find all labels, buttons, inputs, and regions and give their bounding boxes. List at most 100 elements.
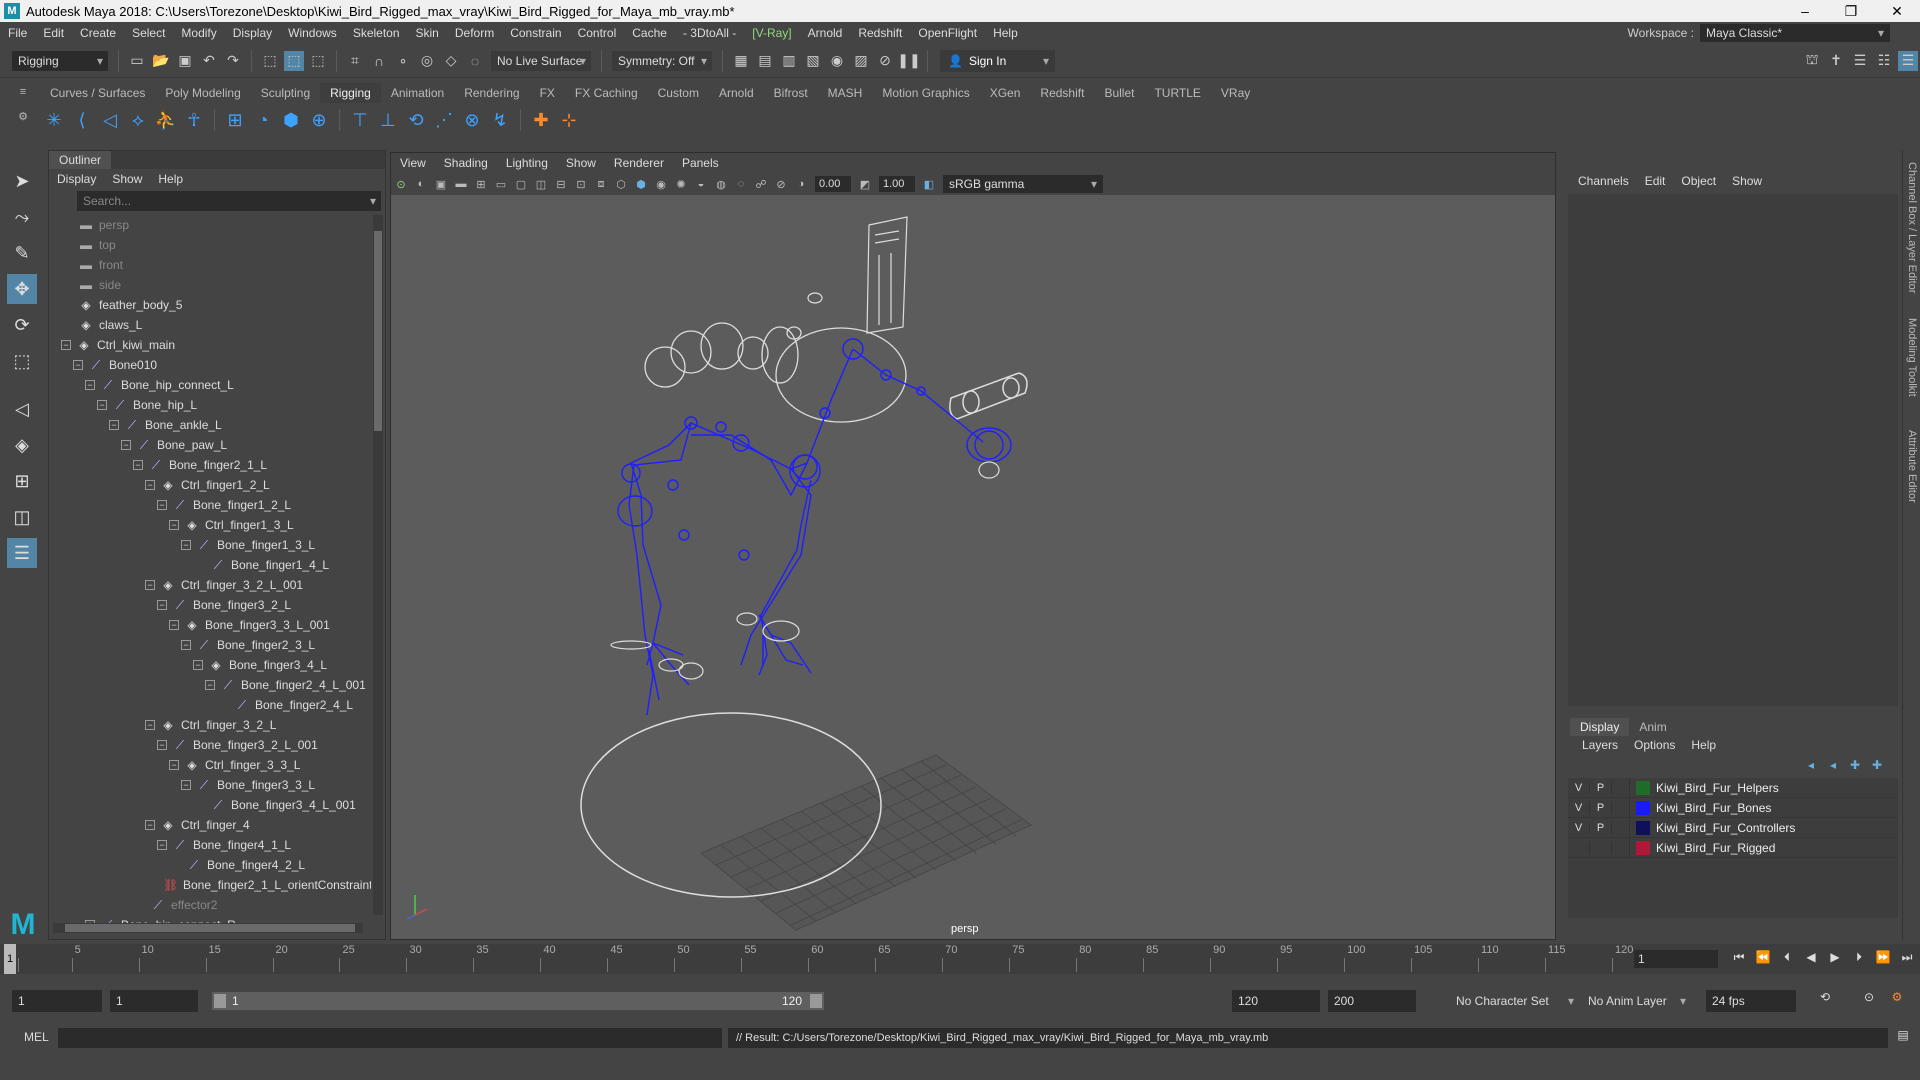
wireframe-icon[interactable]: ⬡: [612, 175, 630, 193]
expand-toggle-icon[interactable]: −: [145, 480, 155, 490]
outliner-menu-help[interactable]: Help: [150, 172, 191, 186]
film-gate-icon[interactable]: ▭: [492, 175, 510, 193]
layer-tab-display[interactable]: Display: [1570, 718, 1630, 736]
outliner-row[interactable]: − ⟋ Bone_finger3_2_L: [157, 595, 291, 615]
outliner-row[interactable]: ▬ top: [79, 235, 116, 255]
layer-visibility-toggle[interactable]: V: [1568, 801, 1590, 814]
two-view-icon[interactable]: ◫: [7, 502, 37, 532]
move-tool-icon[interactable]: ✥: [7, 274, 37, 304]
script-editor-icon[interactable]: ▤: [1892, 1028, 1914, 1042]
add-attribute-icon[interactable]: ✚: [527, 106, 555, 134]
snap-point-icon[interactable]: ∘: [393, 51, 413, 71]
expand-toggle-icon[interactable]: −: [109, 420, 119, 430]
cb-menu-edit[interactable]: Edit: [1637, 174, 1674, 188]
shelf-tab-motion-graphics[interactable]: Motion Graphics: [872, 83, 979, 103]
scale-tool-icon[interactable]: ⬚: [7, 346, 37, 376]
select-object-icon[interactable]: ⬚: [284, 50, 304, 71]
expand-toggle-icon[interactable]: −: [145, 720, 155, 730]
menu-control[interactable]: Control: [570, 26, 625, 40]
outliner-row[interactable]: ▬ side: [79, 275, 121, 295]
ambient-occlusion-icon[interactable]: ◍: [712, 175, 730, 193]
four-view-icon[interactable]: ⊞: [7, 466, 37, 496]
shelf-tab-rendering[interactable]: Rendering: [454, 83, 529, 103]
expand-toggle-icon[interactable]: −: [181, 780, 191, 790]
layer-display-type-toggle[interactable]: [1612, 818, 1630, 837]
shelf-tab-animation[interactable]: Animation: [381, 83, 454, 103]
outliner-tab[interactable]: Outliner: [49, 151, 112, 169]
menu-display[interactable]: Display: [225, 26, 280, 40]
menu-arnold[interactable]: Arnold: [800, 26, 851, 40]
expand-toggle-icon[interactable]: −: [181, 540, 191, 550]
outliner-search-input[interactable]: Search...: [77, 191, 381, 211]
outliner-row[interactable]: ⛓ Bone_finger2_1_L_orientConstraint: [163, 875, 371, 895]
channel-box-icon[interactable]: ☰: [1898, 50, 1918, 71]
viewport-menu-show[interactable]: Show: [557, 156, 605, 170]
select-tool-icon[interactable]: ➤: [7, 166, 37, 196]
step-back-frame-icon[interactable]: ⏪: [1752, 950, 1774, 964]
exposure-icon[interactable]: ◑: [792, 175, 810, 193]
command-input[interactable]: [58, 1028, 722, 1048]
safe-title-icon[interactable]: ⧈: [592, 175, 610, 193]
outliner-row[interactable]: − ⟋ Bone_finger3_3_L: [181, 775, 315, 795]
exposure-field[interactable]: 0.00: [815, 176, 851, 192]
outliner-row[interactable]: − ⟋ Bone_finger1_3_L: [181, 535, 315, 555]
render-view-icon[interactable]: ▧: [803, 51, 823, 71]
render-frame-icon[interactable]: ▤: [755, 51, 775, 71]
step-back-key-icon[interactable]: ⏴: [1776, 950, 1798, 965]
outliner-row[interactable]: − ⟋ Bone010: [73, 355, 157, 375]
shelf-tab-fx-caching[interactable]: FX Caching: [565, 83, 648, 103]
menu-modify[interactable]: Modify: [173, 26, 224, 40]
range-end-handle[interactable]: [810, 994, 822, 1008]
lights-icon[interactable]: ✺: [672, 175, 690, 193]
pole-vector-icon[interactable]: ↯: [486, 106, 514, 134]
bookmark-icon[interactable]: ▣: [432, 175, 450, 193]
outliner-row[interactable]: − ◈ Bone_finger3_4_L: [193, 655, 327, 675]
menu-vray[interactable]: [V-Ray]: [744, 26, 799, 40]
layer-row[interactable]: V P Kiwi_Bird_Fur_Helpers: [1568, 778, 1898, 798]
isolate-icon[interactable]: ⊘: [772, 175, 790, 193]
minimize-button[interactable]: –: [1782, 0, 1828, 22]
menu-windows[interactable]: Windows: [280, 26, 345, 40]
move-layer-down-icon[interactable]: ◂: [1822, 758, 1844, 772]
last-tool-icon[interactable]: ◁: [7, 394, 37, 424]
outliner-menu-display[interactable]: Display: [49, 172, 104, 186]
range-start-handle[interactable]: [214, 994, 226, 1008]
ik-spline-icon[interactable]: ⟡: [124, 106, 152, 134]
save-scene-icon[interactable]: ▣: [175, 51, 195, 71]
viewport-menu-renderer[interactable]: Renderer: [605, 156, 673, 170]
menu-3dtoall[interactable]: - 3DtoAll -: [675, 26, 744, 40]
layer-color-swatch[interactable]: [1636, 800, 1650, 815]
layer-display-type-toggle[interactable]: [1612, 778, 1630, 797]
snap-curve-icon[interactable]: ∩: [369, 51, 389, 71]
outliner-row[interactable]: − ◈ Ctrl_finger_3_2_L_001: [145, 575, 303, 595]
outliner-row[interactable]: − ⟋ Bone_finger3_2_L_001: [157, 735, 318, 755]
outliner-hscrollbar[interactable]: [53, 923, 363, 933]
gamma-icon[interactable]: ◩: [856, 175, 874, 193]
camera-attr-icon[interactable]: ◐: [412, 175, 430, 193]
outliner-row[interactable]: − ◈ Ctrl_kiwi_main: [61, 335, 175, 355]
outliner-row[interactable]: ⟋ Bone_finger4_2_L: [187, 855, 305, 875]
shelf-tab-vray[interactable]: VRay: [1211, 83, 1260, 103]
pause-icon[interactable]: ❚❚: [897, 51, 920, 71]
side-tab-attribute-editor[interactable]: Attribute Editor: [1906, 430, 1918, 503]
layer-playback-toggle[interactable]: P: [1590, 821, 1612, 834]
select-component-icon[interactable]: ⬚: [308, 51, 328, 71]
layer-menu-layers[interactable]: Layers: [1574, 738, 1626, 752]
xray-icon[interactable]: ◌: [732, 175, 750, 193]
outliner-row[interactable]: − ◈ Ctrl_finger1_3_L: [169, 515, 294, 535]
outliner-row[interactable]: ⟋ effector2: [151, 895, 218, 915]
xray-joints-icon[interactable]: ☍: [752, 175, 770, 193]
expand-toggle-icon[interactable]: −: [205, 680, 215, 690]
outliner-row[interactable]: ▬ persp: [79, 215, 129, 235]
menu-create[interactable]: Create: [72, 26, 124, 40]
move-layer-up-icon[interactable]: ◂: [1800, 758, 1822, 772]
shelf-tab-poly[interactable]: Poly Modeling: [155, 83, 250, 103]
expand-toggle-icon[interactable]: −: [157, 840, 167, 850]
fps-dropdown[interactable]: 24 fps: [1706, 990, 1796, 1012]
layer-menu-options[interactable]: Options: [1626, 738, 1683, 752]
new-layer-icon[interactable]: ✚: [1844, 758, 1866, 772]
point-constraint-icon[interactable]: ⊥: [374, 106, 402, 134]
outliner-row[interactable]: − ⟋ Bone_hip_L: [97, 395, 197, 415]
expand-toggle-icon[interactable]: −: [193, 660, 203, 670]
expand-toggle-icon[interactable]: −: [133, 460, 143, 470]
